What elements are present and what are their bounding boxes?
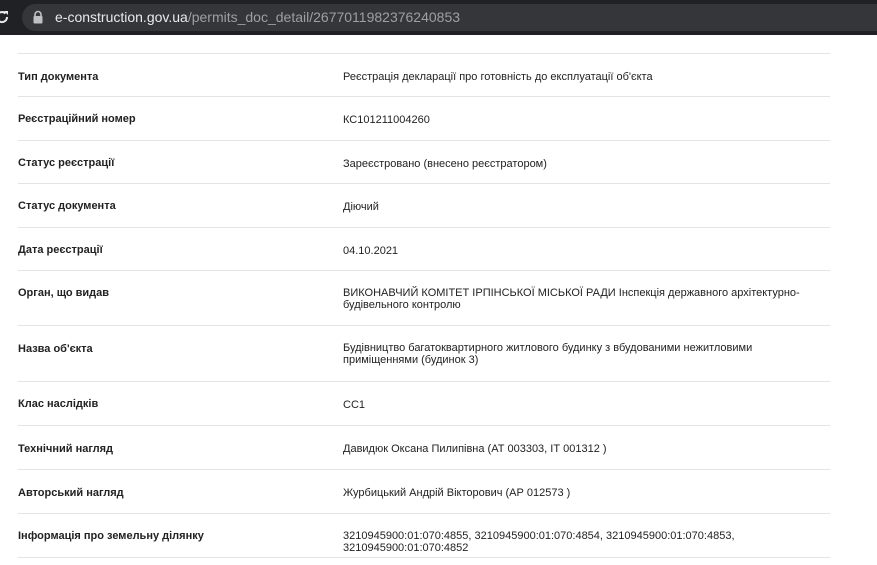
detail-label: Технічний нагляд bbox=[18, 443, 114, 455]
detail-row-document-status: Статус документа Діючий bbox=[18, 184, 830, 228]
document-details-table: Тип документа Реєстрація декларації про г… bbox=[0, 54, 877, 558]
detail-label: Інформація про земельну ділянку bbox=[18, 530, 204, 542]
detail-label: Дата реєстрації bbox=[18, 244, 103, 256]
detail-label: Клас наслідків bbox=[18, 398, 99, 410]
detail-row-author-supervision: Авторський нагляд Журбицький Андрій Вікто… bbox=[18, 470, 830, 514]
detail-label: Статус документа bbox=[18, 200, 116, 212]
detail-label: Статус реєстрації bbox=[18, 157, 115, 169]
detail-value: 04.10.2021 bbox=[343, 245, 399, 257]
detail-value: Реєстрація декларації про готовність до … bbox=[343, 71, 653, 83]
detail-label: Авторський нагляд bbox=[18, 487, 124, 499]
detail-row-object-name: Назва об'єкта Будівництво багатоквартирно… bbox=[18, 326, 830, 382]
url-domain: e-construction.gov.ua bbox=[55, 9, 188, 25]
url-path: /permits_doc_detail/2677011982376240853 bbox=[187, 9, 461, 25]
detail-value: СС1 bbox=[343, 399, 366, 411]
detail-value: КС101211004260 bbox=[343, 114, 430, 126]
address-bar[interactable]: e-construction.gov.ua/permits_doc_detail… bbox=[22, 4, 877, 31]
detail-value: Діючий bbox=[343, 201, 379, 213]
detail-value: Будівництво багатоквартирного житлового … bbox=[343, 342, 753, 366]
detail-row-registration-status: Статус реєстрації Зареєстровано (внесено … bbox=[18, 141, 830, 184]
detail-row-registration-number: Реєстраційний номер КС101211004260 bbox=[18, 97, 830, 141]
detail-label: Тип документа bbox=[18, 71, 99, 83]
detail-row-consequence-class: Клас наслідків СС1 bbox=[18, 382, 830, 426]
detail-value: Давидюк Оксана Пилипівна (АТ 003303, ІТ … bbox=[343, 443, 607, 455]
detail-label: Орган, що видав bbox=[18, 287, 110, 299]
detail-row-land-plot-info: Інформація про земельну ділянку 321094590… bbox=[18, 514, 830, 558]
document-detail-page: Тип документа Реєстрація декларації про г… bbox=[0, 35, 877, 565]
lock-icon[interactable] bbox=[32, 10, 44, 25]
url-text[interactable]: e-construction.gov.ua/permits_doc_detail… bbox=[55, 10, 460, 25]
detail-value: 3210945900:01:070:4855, 3210945900:01:07… bbox=[343, 530, 735, 554]
detail-row-document-type: Тип документа Реєстрація декларації про г… bbox=[18, 54, 830, 97]
detail-value: Зареєстровано (внесено реєстратором) bbox=[343, 158, 547, 170]
detail-row-registration-date: Дата реєстрації 04.10.2021 bbox=[18, 228, 830, 271]
detail-row-issuing-authority: Орган, що видав ВИКОНАВЧИЙ КОМІТЕТ ІРПІНС… bbox=[18, 271, 830, 326]
detail-value: Журбицький Андрій Вікторович (АР 012573 … bbox=[343, 487, 571, 499]
detail-value: ВИКОНАВЧИЙ КОМІТЕТ ІРПІНСЬКОЇ МІСЬКОЇ РА… bbox=[343, 287, 800, 311]
browser-toolbar: e-construction.gov.ua/permits_doc_detail… bbox=[0, 0, 877, 35]
reload-icon[interactable] bbox=[0, 9, 10, 25]
detail-label: Назва об'єкта bbox=[18, 343, 93, 355]
detail-label: Реєстраційний номер bbox=[18, 113, 136, 125]
detail-row-technical-supervision: Технічний нагляд Давидюк Оксана Пилипівна… bbox=[18, 426, 830, 470]
